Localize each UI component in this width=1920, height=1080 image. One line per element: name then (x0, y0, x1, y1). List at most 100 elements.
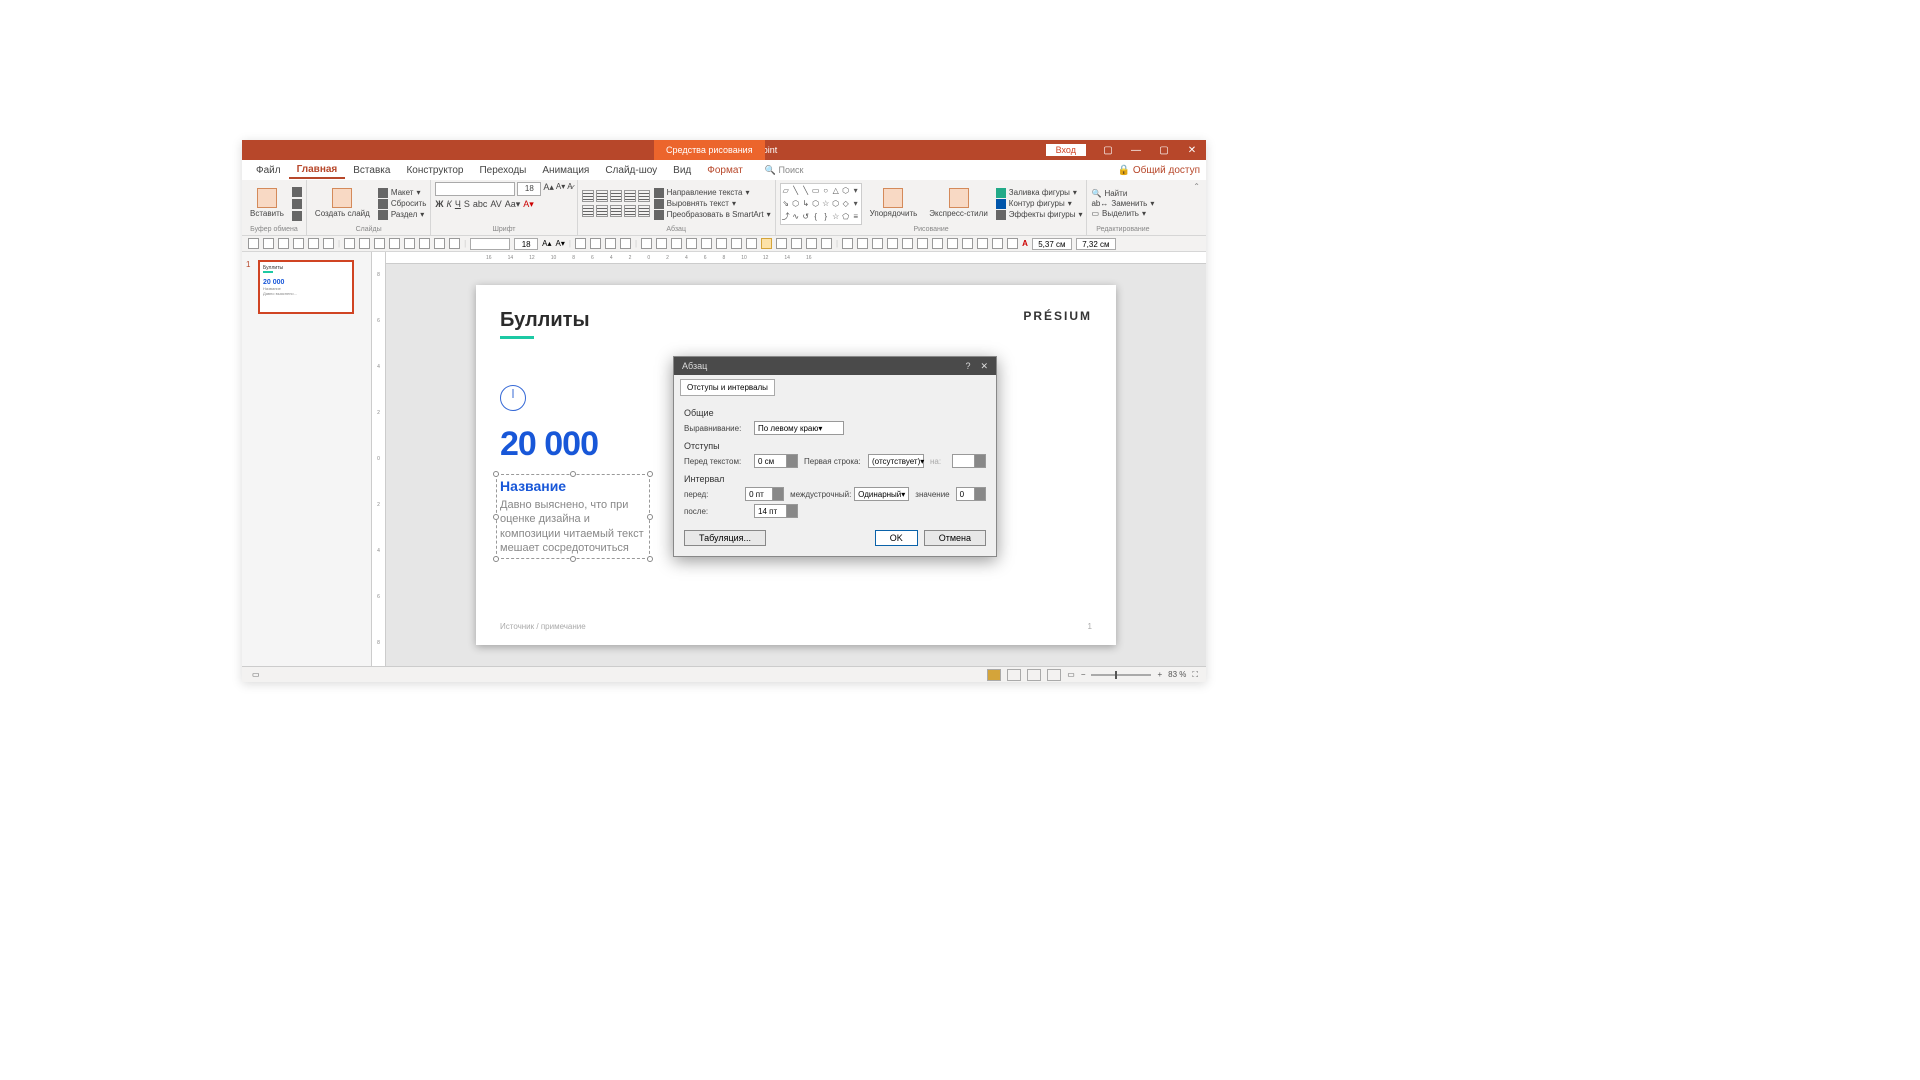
reading-view-button[interactable] (1027, 669, 1041, 681)
cancel-button[interactable]: Отмена (924, 530, 986, 546)
handle-icon[interactable] (493, 471, 499, 477)
align-left-button[interactable] (582, 205, 594, 217)
normal-view-button[interactable] (987, 669, 1001, 681)
indent-dec-button[interactable] (610, 190, 622, 202)
qat-shrink-icon[interactable]: A▾ (556, 239, 565, 248)
handle-icon[interactable] (647, 514, 653, 520)
tell-me-search[interactable]: 🔍 Поиск (765, 165, 804, 176)
qat-btn[interactable] (872, 238, 883, 249)
qat-btn[interactable] (308, 238, 319, 249)
shapes-gallery[interactable]: ▱╲╲▭○△⬡▾ ⇘⬡↳⬡☆⬡◇▾ ⤴∿↺{}☆⬠≡ (780, 183, 862, 225)
qat-btn[interactable] (806, 238, 817, 249)
align-text-button[interactable]: Выровнять текст ▾ (654, 199, 771, 209)
qat-btn[interactable] (263, 238, 274, 249)
menu-insert[interactable]: Вставка (345, 163, 398, 178)
quick-styles-button[interactable]: Экспресс-стили (925, 186, 992, 221)
qat-btn[interactable] (590, 238, 601, 249)
align-justify-button[interactable] (624, 205, 636, 217)
minimize-icon[interactable]: — (1122, 140, 1150, 160)
qat-btn-active[interactable] (761, 238, 772, 249)
dialog-close-icon[interactable]: ✕ (980, 361, 988, 372)
shape-fill-button[interactable]: Заливка фигуры ▾ (996, 188, 1083, 198)
slideshow-view-button[interactable] (1047, 669, 1061, 681)
align-center-button[interactable] (596, 205, 608, 217)
handle-icon[interactable] (570, 471, 576, 477)
close-icon[interactable]: ✕ (1178, 140, 1206, 160)
text-direction-button[interactable]: Направление текста ▾ (654, 188, 771, 198)
zoom-out-button[interactable]: − (1081, 670, 1086, 679)
qat-text-a[interactable]: A (1022, 239, 1028, 248)
qat-btn[interactable] (992, 238, 1003, 249)
first-line-select[interactable]: (отсутствует)▾ (868, 454, 924, 468)
menu-animation[interactable]: Анимация (534, 163, 597, 178)
menu-design[interactable]: Конструктор (398, 163, 471, 178)
qat-btn[interactable] (671, 238, 682, 249)
paste-button[interactable]: Вставить (246, 186, 288, 221)
clock-icon[interactable] (500, 385, 526, 411)
handle-icon[interactable] (493, 514, 499, 520)
qat-btn[interactable] (575, 238, 586, 249)
slide-title[interactable]: Буллиты (500, 309, 1092, 332)
qat-btn[interactable] (419, 238, 430, 249)
slide-stage[interactable]: Буллиты PRÉSIUM 20 000 Название Давно вы… (386, 264, 1206, 666)
format-painter-icon[interactable] (292, 211, 302, 221)
handle-icon[interactable] (570, 556, 576, 562)
qat-btn[interactable] (791, 238, 802, 249)
maximize-icon[interactable]: ▢ (1150, 140, 1178, 160)
qat-btn[interactable] (248, 238, 259, 249)
qat-btn[interactable] (278, 238, 289, 249)
bullets-button[interactable] (582, 190, 594, 202)
italic-button[interactable]: К (447, 199, 452, 210)
menu-view[interactable]: Вид (665, 163, 699, 178)
case-button[interactable]: Aa▾ (505, 199, 521, 210)
ribbon-options-icon[interactable]: ▢ (1094, 140, 1122, 160)
subtitle-text[interactable]: Название (500, 478, 646, 494)
find-button[interactable]: 🔍 Найти (1091, 189, 1154, 198)
qat-btn[interactable] (374, 238, 385, 249)
reset-button[interactable]: Сбросить (378, 199, 427, 209)
qat-btn[interactable] (947, 238, 958, 249)
menu-slideshow[interactable]: Слайд-шоу (597, 163, 665, 178)
zoom-slider[interactable] (1091, 674, 1151, 676)
menu-format[interactable]: Формат (699, 163, 751, 178)
qat-btn[interactable] (902, 238, 913, 249)
underline-button[interactable]: Ч (455, 199, 461, 210)
qat-btn[interactable] (404, 238, 415, 249)
arrange-button[interactable]: Упорядочить (866, 186, 922, 221)
qat-btn[interactable] (323, 238, 334, 249)
qat-btn[interactable] (716, 238, 727, 249)
qat-btn[interactable] (641, 238, 652, 249)
line-spacing-button[interactable] (638, 190, 650, 202)
tabs-button[interactable]: Табуляция... (684, 530, 766, 546)
qat-btn[interactable] (842, 238, 853, 249)
by-spinner[interactable] (952, 454, 986, 468)
slide-canvas[interactable]: Буллиты PRÉSIUM 20 000 Название Давно вы… (476, 285, 1116, 645)
qat-btn[interactable] (731, 238, 742, 249)
qat-btn[interactable] (344, 238, 355, 249)
qat-btn[interactable] (656, 238, 667, 249)
slide-thumbnails-panel[interactable]: 1 Буллиты 20 000 НазваниеДавно выяснено.… (242, 252, 372, 666)
qat-font[interactable] (470, 238, 510, 250)
section-button[interactable]: Раздел ▾ (378, 210, 427, 220)
qat-btn[interactable] (962, 238, 973, 249)
qat-height[interactable]: 7,32 см (1076, 238, 1116, 250)
layout-button[interactable]: Макет ▾ (378, 188, 427, 198)
qat-btn[interactable] (434, 238, 445, 249)
before-spinner[interactable]: 0 пт (745, 487, 784, 501)
grow-font-icon[interactable]: A▴ (543, 182, 554, 196)
columns-button[interactable] (638, 205, 650, 217)
font-color-button[interactable]: A▾ (523, 199, 534, 210)
dialog-tab-indents[interactable]: Отступы и интервалы (680, 379, 775, 396)
notes-icon[interactable]: ▭ (1067, 670, 1075, 679)
slide-footer[interactable]: Источник / примечание (500, 622, 586, 631)
font-size-select[interactable]: 18 (517, 182, 541, 196)
new-slide-button[interactable]: Создать слайд (311, 186, 374, 221)
shape-outline-button[interactable]: Контур фигуры ▾ (996, 199, 1083, 209)
value-spinner[interactable]: 0 (956, 487, 986, 501)
context-tab-drawing[interactable]: Средства рисования (654, 140, 765, 160)
qat-btn[interactable] (977, 238, 988, 249)
shape-effects-button[interactable]: Эффекты фигуры ▾ (996, 210, 1083, 220)
qat-btn[interactable] (389, 238, 400, 249)
login-button[interactable]: Вход (1046, 144, 1086, 156)
numbering-button[interactable] (596, 190, 608, 202)
